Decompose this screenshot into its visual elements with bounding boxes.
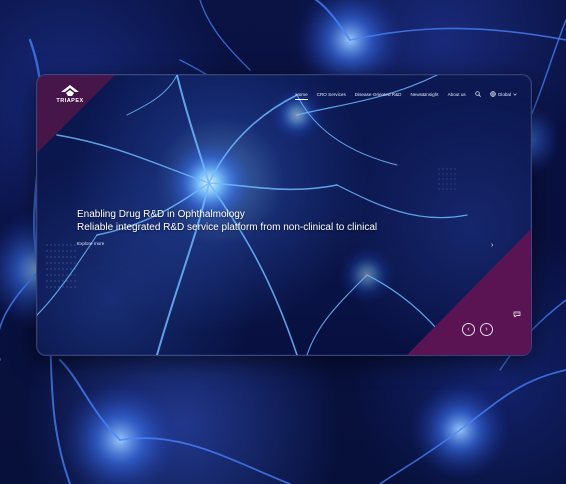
decorative-dot-grid-left — [46, 244, 76, 288]
main-navigation: Home CRO Services Disease-Oriented R&D N… — [295, 91, 517, 100]
hero-title: Enabling Drug R&D in Ophthalmology Relia… — [77, 208, 377, 234]
language-label: Global — [497, 91, 511, 97]
slider-next-button[interactable]: › — [480, 323, 493, 336]
website-hero-window: TRIAPEX Home CRO Services Disease-Orient… — [36, 74, 532, 356]
chat-icon[interactable] — [513, 311, 521, 318]
decorative-maroon-corner-bottom — [407, 229, 531, 355]
page-background: TRIAPEX Home CRO Services Disease-Orient… — [0, 0, 566, 484]
nav-item-news-insight[interactable]: News&Insight — [410, 92, 438, 97]
nav-item-about-us[interactable]: About us — [448, 92, 466, 97]
decorative-dot-grid-right — [438, 168, 456, 190]
triapex-logo-icon — [61, 85, 79, 96]
nav-item-disease-oriented-rd[interactable]: Disease-Oriented R&D — [355, 92, 402, 97]
nav-item-cro-services[interactable]: CRO Services — [317, 92, 346, 97]
next-slide-arrow-icon[interactable]: › — [491, 242, 493, 249]
logo-text: TRIAPEX — [56, 98, 84, 104]
hero-title-line-2: Reliable integrated R&D service platform… — [77, 222, 378, 233]
slider-prev-button[interactable]: ‹ — [462, 323, 475, 336]
chevron-down-icon — [513, 92, 517, 96]
explore-more-link[interactable]: Explore more — [77, 241, 104, 246]
triapex-logo[interactable]: TRIAPEX — [53, 85, 87, 104]
globe-icon — [490, 91, 496, 97]
language-selector[interactable]: Global — [490, 91, 517, 97]
search-icon[interactable] — [475, 91, 481, 97]
nav-item-home[interactable]: Home — [295, 92, 308, 100]
hero-title-line-1: Enabling Drug R&D in Ophthalmology — [77, 209, 245, 220]
